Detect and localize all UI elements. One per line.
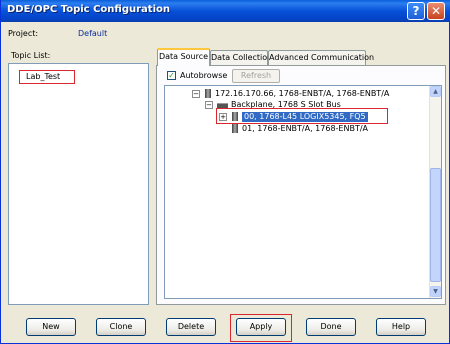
device-icon <box>232 124 238 133</box>
topic-list[interactable]: Lab_Test <box>8 63 149 305</box>
done-button[interactable]: Done <box>306 318 356 336</box>
project-label: Project: <box>8 29 39 38</box>
device-icon <box>205 89 211 98</box>
close-button[interactable]: ✕ <box>427 2 445 20</box>
tab-advanced-communication[interactable]: Advanced Communication <box>268 50 374 65</box>
project-value: Default <box>78 29 108 38</box>
tree-node-ethernet[interactable]: 172.16.170.66, 1768-ENBT/A, 1768-ENBT/A <box>215 89 389 99</box>
autobrowse-checkbox[interactable]: ✓ <box>167 71 176 80</box>
help-title-button[interactable]: ? <box>407 2 425 20</box>
tree-scrollbar[interactable]: ▲ ▼ <box>429 86 441 298</box>
tab-data-source[interactable]: Data Source <box>157 48 210 66</box>
tab-data-collection[interactable]: Data Collection <box>210 50 272 65</box>
new-button[interactable]: New <box>26 318 76 336</box>
scroll-thumb[interactable] <box>430 168 441 282</box>
tree-expander[interactable]: − <box>205 101 213 109</box>
tree-node-enbt[interactable]: 01, 1768-ENBT/A, 1768-ENBT/A <box>242 124 368 134</box>
apply-button[interactable]: Apply <box>236 318 286 336</box>
delete-button[interactable]: Delete <box>166 318 216 336</box>
autobrowse-label: Autobrowse <box>180 71 228 80</box>
clone-button[interactable]: Clone <box>96 318 146 336</box>
title-bar[interactable]: DDE/OPC Topic Configuration ? ✕ <box>1 0 450 22</box>
highlight-box <box>216 108 388 124</box>
help-button[interactable]: Help <box>376 318 426 336</box>
topic-list-label: Topic List: <box>11 51 51 60</box>
device-tree[interactable]: − 172.16.170.66, 1768-ENBT/A, 1768-ENBT/… <box>164 85 442 299</box>
tree-expander[interactable]: − <box>192 90 200 98</box>
dialog-window: DDE/OPC Topic Configuration ? ✕ Project:… <box>0 0 450 344</box>
window-title: DDE/OPC Topic Configuration <box>7 4 170 15</box>
refresh-button[interactable]: Refresh <box>232 69 280 83</box>
topic-item-lab-test[interactable]: Lab_Test <box>19 70 75 84</box>
scroll-up-arrow[interactable]: ▲ <box>430 86 441 97</box>
scroll-down-arrow[interactable]: ▼ <box>430 286 441 297</box>
